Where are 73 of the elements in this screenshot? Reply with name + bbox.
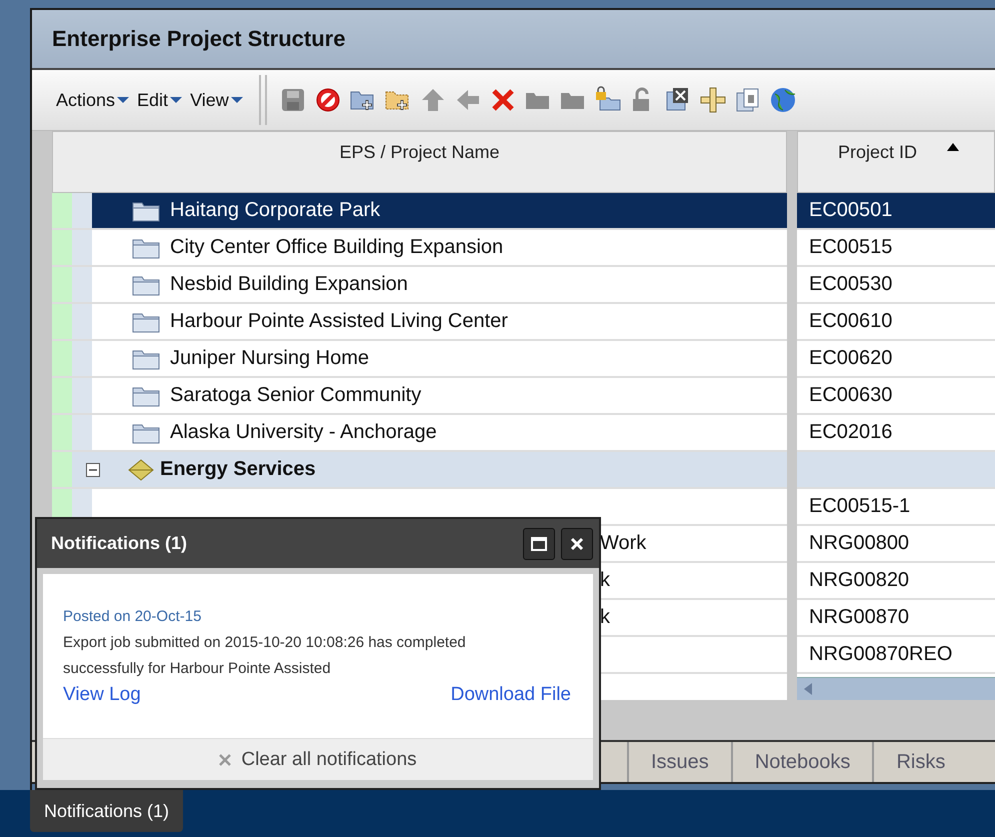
notifications-title: Notifications (1) [51,533,188,554]
cancel-icon[interactable] [314,86,342,114]
clear-notifications-button[interactable]: Clear all notifications [43,738,593,780]
close-button[interactable] [561,528,593,560]
project-id: EC00530 [809,273,892,296]
close-icon [570,536,584,550]
tree-row[interactable]: Energy Services [52,452,787,489]
project-name: k [600,606,610,629]
id-cell[interactable]: EC00630 [797,378,995,415]
project-id: EC00501 [809,199,892,222]
project-id: EC00515 [809,236,892,259]
column-label: EPS / Project Name [339,142,500,164]
id-cell[interactable]: NRG00870 [797,600,995,637]
project-id: EC00610 [809,310,892,333]
id-cell[interactable]: NRG00870REO [797,637,995,674]
tab[interactable]: Notebooks [730,742,872,782]
id-cell[interactable]: EC00610 [797,304,995,341]
project-name: Nesbid Building Expansion [170,273,408,296]
notifications-button[interactable]: Notifications (1) [30,790,184,832]
project-name: City Center Office Building Expansion [170,236,504,259]
project-name: Saratoga Senior Community [170,384,422,407]
maximize-button[interactable] [523,528,555,560]
id-cell[interactable]: EC00501 [797,193,995,230]
caret-icon [230,96,243,104]
column-header[interactable]: EPS / Project Name [52,131,787,193]
tab[interactable]: Issues [627,742,731,782]
project-id: NRG00800 [809,532,910,555]
project-id: EC00630 [809,384,892,407]
project-name: Work [600,532,646,555]
tree-row[interactable]: City Center Office Building Expansion [52,230,787,267]
project-name: Alaska University - Anchorage [170,421,437,444]
project-name: Harbour Pointe Assisted Living Center [170,310,508,333]
id-cell[interactable]: NRG00800 [797,526,995,563]
project-id: EC00515-1 [809,495,910,518]
scroll-left-icon [804,683,812,695]
column-header[interactable]: Project ID [797,131,995,193]
tab[interactable]: Risks [872,742,968,782]
collapse-toggle[interactable] [86,462,100,476]
id-cell[interactable]: EC00620 [797,341,995,378]
project-name: Energy Services [160,458,316,481]
caret-icon [170,96,182,104]
maximize-icon [531,536,547,550]
id-cell[interactable]: EC00515-1 [797,489,995,526]
column-label: Project ID [838,142,918,164]
id-cell[interactable]: EC00530 [797,267,995,304]
project-id: NRG00870 [809,606,910,629]
project-id: EC00620 [809,347,892,370]
caret-icon [117,96,130,104]
id-cell[interactable]: NRG00820 [797,563,995,600]
id-cell[interactable]: EC00515 [797,230,995,267]
tree-row[interactable]: Nesbid Building Expansion [52,267,787,304]
toolbar-grip [258,75,267,125]
notification-message: Export job submitted on 2015-10-20 10:08:26 has completed successfully for Harbour Pointe Assisted [63,633,467,679]
horizontal-scrollbar[interactable] [797,677,995,700]
notification-link[interactable]: View Log [63,682,141,708]
menu-button[interactable]: Edit [135,90,188,110]
project-name: Haitang Corporate Park [170,199,380,222]
globe-icon[interactable] [768,86,797,114]
diamond-icon [128,458,154,480]
menu-button[interactable]: View [188,90,249,110]
menu-button[interactable]: Actions [54,90,136,110]
project-id: NRG00820 [809,569,910,592]
project-id: NRG00870REO [809,643,952,666]
project-name: k [600,569,610,592]
window-title: Enterprise Project Structure [52,26,346,52]
tree-row[interactable]: Harbour Pointe Assisted Living Center [52,304,787,341]
clear-icon [219,754,232,766]
project-name: Juniper Nursing Home [170,347,369,370]
notification-link[interactable]: Download File [450,682,571,708]
project-id: EC02016 [809,421,892,444]
tree-row[interactable]: Saratoga Senior Community [52,378,787,415]
posted-date: Posted on 20-Oct-15 [63,607,202,627]
tree-row[interactable]: Juniper Nursing Home [52,341,787,378]
